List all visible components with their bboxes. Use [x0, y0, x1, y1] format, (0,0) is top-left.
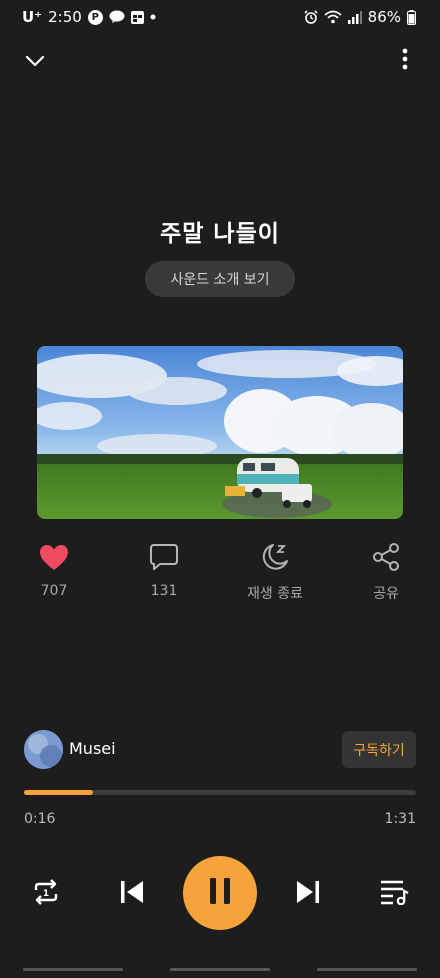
sound-intro-button[interactable]: 사운드 소개 보기 [145, 261, 295, 297]
more-vertical-icon [402, 48, 408, 74]
system-nav-bar [0, 960, 440, 978]
share-button[interactable]: 공유 [341, 540, 431, 603]
subscribe-button[interactable]: 구독하기 [342, 731, 416, 768]
action-row: 707 131 재생 종료 공유 [0, 540, 440, 610]
sleep-timer-label: 재생 종료 [247, 586, 303, 602]
progress-fill [24, 790, 93, 795]
next-button[interactable] [288, 874, 328, 914]
nav-handle-right[interactable] [316, 967, 417, 971]
progress-bar[interactable] [24, 790, 416, 795]
carrier-label: U⁺ [22, 8, 43, 26]
wifi-icon [324, 10, 342, 24]
status-right: 86% [304, 8, 416, 26]
like-count: 707 [40, 583, 68, 599]
battery-percent: 86% [367, 8, 401, 26]
channel-row: Musei 구독하기 [24, 729, 416, 769]
track-title: 주말 나들이 [160, 221, 280, 247]
pause-icon [209, 877, 231, 909]
comment-icon [147, 540, 181, 574]
repeat-one-icon: 1 [31, 878, 61, 910]
talk-bubble-icon [109, 10, 125, 24]
total-time: 1:31 [384, 811, 416, 827]
avatar[interactable] [24, 730, 63, 769]
cover-image [37, 346, 403, 519]
alarm-icon [304, 10, 318, 24]
p-circle-icon: P [87, 9, 103, 25]
share-icon [369, 540, 403, 574]
comment-button[interactable]: 131 [119, 540, 209, 599]
current-time: 0:16 [24, 811, 56, 827]
chevron-down-icon [25, 52, 45, 71]
more-options-button[interactable] [390, 46, 420, 76]
pause-button[interactable] [183, 856, 257, 930]
sleep-moon-icon [258, 540, 292, 574]
player-top-bar [0, 40, 440, 80]
previous-button[interactable] [112, 874, 152, 914]
sleep-timer-button[interactable]: 재생 종료 [230, 540, 320, 603]
channel-name[interactable]: Musei [69, 739, 116, 758]
playback-controls: 1 [0, 856, 440, 932]
share-label: 공유 [373, 586, 399, 602]
skip-previous-icon [120, 880, 144, 908]
signal-icon [347, 10, 362, 24]
comment-count: 131 [150, 583, 178, 599]
nav-handle-left[interactable] [23, 967, 124, 971]
collapse-button[interactable] [20, 46, 50, 76]
heart-icon [37, 540, 71, 574]
svg-text:1: 1 [43, 889, 49, 899]
repeat-button[interactable]: 1 [26, 874, 66, 914]
status-bar: U⁺ 2:50 P 86% [0, 0, 440, 34]
playlist-button[interactable] [374, 874, 414, 914]
like-button[interactable]: 707 [9, 540, 99, 599]
skip-next-icon [296, 880, 320, 908]
battery-icon [407, 9, 416, 25]
status-left: U⁺ 2:50 P [22, 8, 156, 26]
calendar-icon [130, 10, 144, 24]
playlist-icon [379, 879, 409, 909]
nav-handle-center[interactable] [169, 967, 270, 971]
dot-icon [150, 14, 156, 20]
status-time: 2:50 [48, 8, 82, 26]
